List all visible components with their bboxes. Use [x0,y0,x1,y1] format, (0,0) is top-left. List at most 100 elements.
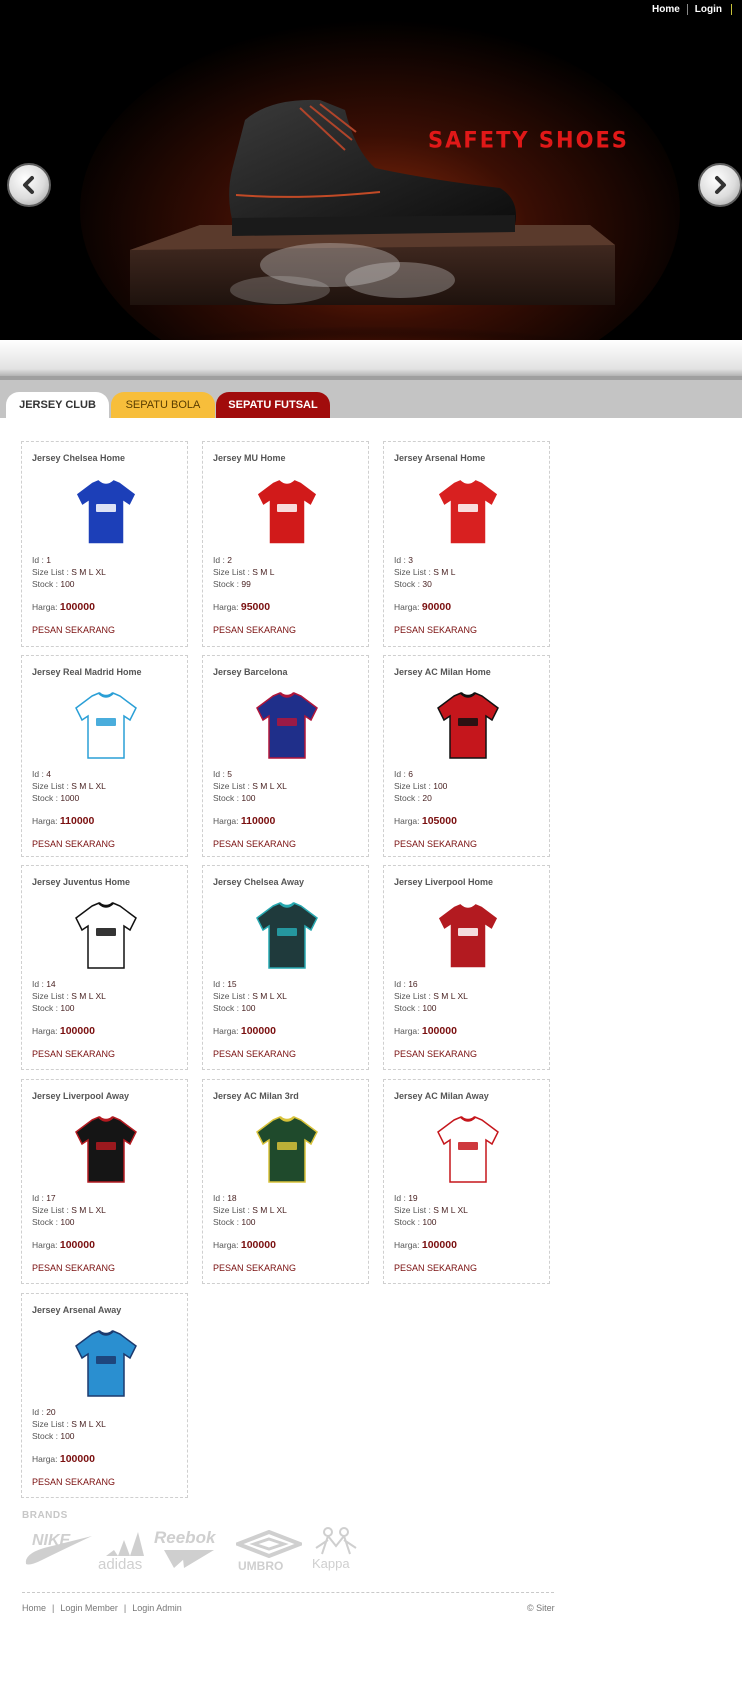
tab-jersey-club[interactable]: JERSEY CLUB [6,392,109,418]
order-now-button[interactable]: PESAN SEKARANG [394,1263,477,1273]
product-stock: Stock : 30 [394,579,432,589]
product-size-list: Size List : S M L [213,567,275,577]
product-price: Harga: 110000 [32,815,95,827]
product-name: Jersey Juventus Home [32,877,131,887]
product-image [68,898,144,974]
product-card: Jersey Liverpool Away Id : 17 Size List : … [21,1079,188,1284]
product-id: Id : 19 [394,1193,418,1203]
product-stock: Stock : 100 [32,1217,75,1227]
chevron-right-icon [715,176,726,194]
product-card: Jersey Real Madrid Home Id : 4 Size List :… [21,655,188,857]
jersey-image [75,692,137,759]
order-now-button[interactable]: PESAN SEKARANG [213,625,296,635]
top-nav: Home Login [645,4,732,15]
product-id: Id : 17 [32,1193,56,1203]
product-details: Id : 20 Size List : S M L XL Stock : 100 [32,1406,106,1442]
product-details: Id : 1 Size List : S M L XL Stock : 100 [32,554,106,590]
product-size-list: Size List : S M L XL [213,781,287,791]
product-name: Jersey Barcelona [213,667,288,677]
order-now-button[interactable]: PESAN SEKARANG [32,1049,115,1059]
order-now-button[interactable]: PESAN SEKARANG [32,839,115,849]
order-now-button[interactable]: PESAN SEKARANG [394,839,477,849]
product-id: Id : 4 [32,769,51,779]
product-name: Jersey AC Milan Away [394,1091,489,1101]
product-details: Id : 6 Size List : 100 Stock : 20 [394,768,447,804]
product-name: Jersey Chelsea Home [32,453,126,463]
product-size-list: Size List : S M L XL [32,1419,106,1429]
product-name: Jersey Arsenal Away [32,1305,122,1315]
product-size-list: Size List : S M L [394,567,456,577]
product-image [430,1112,506,1188]
product-image [430,474,506,550]
copyright-text: © Siter [527,1603,555,1613]
order-now-button[interactable]: PESAN SEKARANG [394,1049,477,1059]
jersey-image [75,1330,137,1397]
jersey-image [256,1116,318,1183]
product-card: Jersey Arsenal Home Id : 3 Size List : S M… [383,441,550,647]
footer-separator: | [52,1603,55,1613]
footer-login-member-link[interactable]: Login Member [60,1603,118,1613]
product-stock: Stock : 100 [213,1003,256,1013]
product-stock: Stock : 100 [32,1431,75,1441]
product-price: Harga: 100000 [394,1025,457,1037]
product-name: Jersey Arsenal Home [394,453,486,463]
product-stock: Stock : 100 [32,1003,75,1013]
product-name: Jersey Real Madrid Home [32,667,142,677]
product-id: Id : 15 [213,979,237,989]
slider-next-button[interactable] [698,163,742,207]
hero-banner: Home Login SAFETY SHOES [0,0,742,340]
order-now-button[interactable]: PESAN SEKARANG [213,1263,296,1273]
product-id: Id : 14 [32,979,56,989]
jersey-image [256,692,318,759]
footer-login-admin-link[interactable]: Login Admin [132,1603,182,1613]
product-card: Jersey MU Home Id : 2 Size List : S M L Sto… [202,441,369,647]
product-details: Id : 16 Size List : S M L XL Stock : 100 [394,978,468,1014]
product-id: Id : 5 [213,769,232,779]
tab-sepatu-bola[interactable]: SEPATU BOLA [111,392,215,418]
product-card: Jersey AC Milan 3rd Id : 18 Size List : S … [202,1079,369,1284]
product-stock: Stock : 100 [213,793,256,803]
product-id: Id : 1 [32,555,51,565]
product-card: Jersey Chelsea Home Id : 1 Size List : S M… [21,441,188,647]
product-id: Id : 20 [32,1407,56,1417]
separator-band [0,340,742,376]
product-details: Id : 2 Size List : S M L Stock : 99 [213,554,274,590]
nav-login-link[interactable]: Login [688,4,729,15]
product-stock: Stock : 100 [213,1217,256,1227]
product-price: Harga: 100000 [394,1239,457,1251]
product-details: Id : 5 Size List : S M L XL Stock : 100 [213,768,287,804]
product-size-list: Size List : S M L XL [32,567,106,577]
kappa-logo: Kappa [306,1526,366,1572]
footer-home-link[interactable]: Home [22,1603,46,1613]
product-id: Id : 2 [213,555,232,565]
product-image [249,1112,325,1188]
order-now-button[interactable]: PESAN SEKARANG [213,1049,296,1059]
product-image [68,1112,144,1188]
jersey-image [437,1116,499,1183]
product-price: Harga: 100000 [32,601,95,613]
nike-logo: NIKE [22,1530,94,1570]
order-now-button[interactable]: PESAN SEKARANG [32,1477,115,1487]
tab-sepatu-futsal[interactable]: SEPATU FUTSAL [216,392,330,418]
product-size-list: Size List : S M L XL [32,991,106,1001]
product-card: Jersey Liverpool Home Id : 16 Size List : … [383,865,550,1070]
slider-prev-button[interactable] [7,163,51,207]
banner-title: SAFETY SHOES [428,127,629,153]
nav-home-link[interactable]: Home [645,4,687,15]
order-now-button[interactable]: PESAN SEKARANG [32,1263,115,1273]
product-name: Jersey Chelsea Away [213,877,305,887]
product-price: Harga: 100000 [213,1239,276,1251]
order-now-button[interactable]: PESAN SEKARANG [394,625,477,635]
product-price: Harga: 95000 [213,601,271,613]
order-now-button[interactable]: PESAN SEKARANG [213,839,296,849]
jersey-image [437,902,499,969]
banner-image [0,0,742,340]
product-image [249,898,325,974]
product-price: Harga: 110000 [213,815,276,827]
product-stock: Stock : 20 [394,793,432,803]
product-image [249,688,325,764]
adidas-logo: adidas [96,1528,152,1573]
product-details: Id : 18 Size List : S M L XL Stock : 100 [213,1192,287,1228]
order-now-button[interactable]: PESAN SEKARANG [32,625,115,635]
product-stock: Stock : 100 [394,1003,437,1013]
